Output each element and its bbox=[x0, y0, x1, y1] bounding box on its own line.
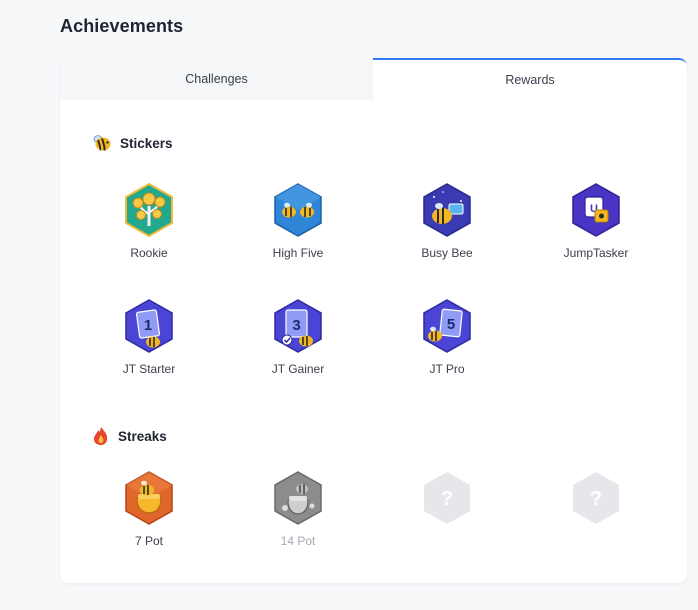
svg-text:5: 5 bbox=[447, 316, 455, 333]
sticker-rookie[interactable]: Rookie bbox=[94, 182, 204, 260]
sticker-name: High Five bbox=[272, 246, 324, 260]
streaks-section-header: Streaks bbox=[92, 426, 167, 446]
card-3-badge-icon: 3 bbox=[274, 299, 322, 353]
sticker-jumptasker[interactable]: U JumpTasker bbox=[541, 182, 651, 260]
sticker-name: JT Gainer bbox=[271, 362, 325, 376]
streak-7-pot[interactable]: 7 Pot bbox=[94, 470, 204, 548]
page-title: Achievements bbox=[60, 16, 184, 36]
svg-text:3: 3 bbox=[292, 317, 300, 334]
tab-bar: Challenges Rewards bbox=[60, 58, 687, 100]
streak-name: 7 Pot bbox=[134, 534, 164, 548]
sticker-name: JumpTasker bbox=[563, 246, 629, 260]
tab-rewards[interactable]: Rewards bbox=[373, 58, 687, 100]
streak-name: 14 Pot bbox=[280, 534, 316, 548]
card-1-badge-icon: 1 bbox=[125, 299, 173, 353]
sticker-high-five[interactable]: High Five bbox=[243, 182, 353, 260]
question-mark-badge-icon: ? bbox=[573, 472, 619, 524]
sticker-name: Rookie bbox=[130, 246, 168, 260]
busy-bee-badge-icon bbox=[423, 183, 471, 237]
high-five-bees-badge-icon bbox=[274, 183, 322, 237]
stickers-section-header: Stickers bbox=[92, 134, 173, 152]
fire-icon bbox=[94, 427, 108, 445]
tab-challenges[interactable]: Challenges bbox=[60, 58, 373, 100]
svg-text:?: ? bbox=[441, 488, 453, 510]
sticker-jt-pro[interactable]: 5 JT Pro bbox=[392, 298, 502, 376]
jumptasker-badge-icon: U bbox=[572, 183, 620, 237]
sticker-name: Busy Bee bbox=[421, 246, 473, 260]
streak-14-pot[interactable]: 14 Pot bbox=[243, 470, 353, 548]
card-5-badge-icon: 5 bbox=[423, 299, 471, 353]
sticker-name: JT Starter bbox=[122, 362, 176, 376]
money-tree-badge-icon bbox=[125, 182, 173, 238]
streaks-section-title: Streaks bbox=[118, 428, 167, 444]
question-mark-badge-icon: ? bbox=[424, 472, 470, 524]
sticker-jt-starter[interactable]: 1 JT Starter bbox=[94, 298, 204, 376]
sticker-jt-gainer[interactable]: 3 JT Gainer bbox=[243, 298, 353, 376]
streak-locked: ? bbox=[392, 470, 502, 534]
achievements-card: Challenges Rewards Stickers Rookie High … bbox=[60, 58, 687, 583]
svg-text:?: ? bbox=[590, 488, 602, 510]
honey-pot-badge-icon bbox=[274, 471, 322, 525]
streak-locked: ? bbox=[541, 470, 651, 534]
stickers-section-title: Stickers bbox=[120, 135, 173, 151]
sticker-busy-bee[interactable]: Busy Bee bbox=[392, 182, 502, 260]
honey-pot-badge-icon bbox=[125, 471, 173, 525]
sticker-name: JT Pro bbox=[429, 362, 465, 376]
bee-icon bbox=[93, 135, 111, 151]
svg-text:1: 1 bbox=[144, 317, 152, 334]
